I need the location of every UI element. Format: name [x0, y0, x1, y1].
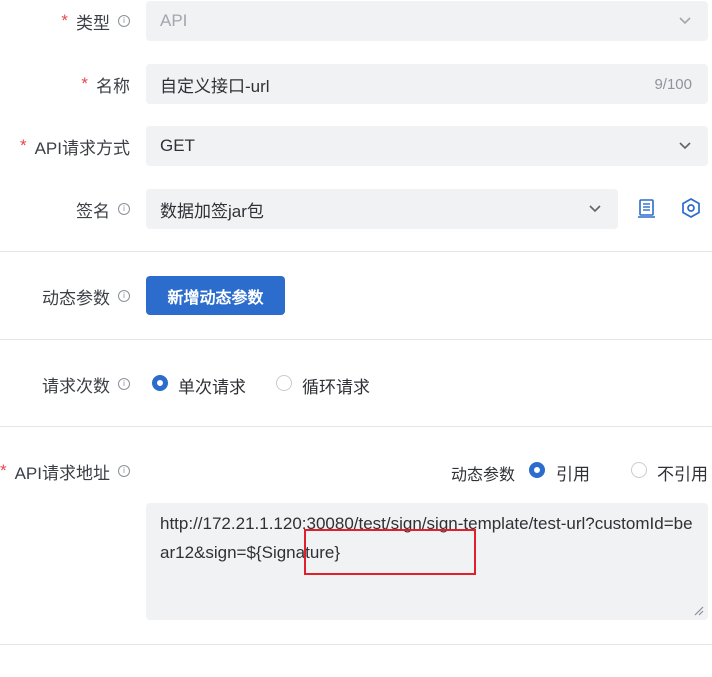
chevron-down-icon — [679, 142, 691, 150]
section-divider — [0, 644, 712, 645]
name-label-text: 名称 — [96, 76, 130, 96]
dynamic-params-label: 动态参数 i — [42, 276, 130, 316]
required-mark: * — [61, 11, 68, 30]
required-mark: * — [19, 136, 27, 155]
dynamic-params-label-text: 动态参数 — [42, 288, 110, 308]
info-icon[interactable]: i — [118, 465, 130, 477]
info-icon[interactable]: i — [118, 290, 130, 302]
chevron-down-icon — [679, 17, 691, 25]
single-request-radio[interactable] — [152, 375, 168, 391]
signature-select[interactable]: 数据加签jar包 — [146, 189, 618, 229]
info-icon[interactable]: i — [118, 378, 130, 390]
reference-label[interactable]: 引用 — [556, 460, 590, 485]
loop-request-radio[interactable] — [276, 375, 292, 391]
dynamic-ref-label: 动态参数 — [451, 467, 516, 484]
info-icon[interactable]: i — [118, 15, 130, 27]
api-url-label-text: API请求地址 — [14, 463, 110, 483]
name-input[interactable]: 自定义接口-url 9/100 — [146, 64, 708, 104]
type-label-text: 类型 — [76, 13, 110, 33]
document-icon[interactable] — [636, 198, 658, 220]
request-count-label-text: 请求次数 — [42, 376, 110, 396]
no-reference-radio[interactable] — [631, 462, 647, 478]
method-label: * API请求方式 — [20, 126, 130, 166]
method-select[interactable]: GET — [146, 126, 708, 166]
section-divider — [0, 251, 712, 252]
signature-label: 签名 i — [76, 189, 130, 229]
type-select-value: API — [160, 11, 188, 30]
section-divider — [0, 339, 712, 340]
api-url-label: * API请求地址 i — [0, 451, 130, 491]
section-divider — [0, 426, 712, 427]
reference-radio[interactable] — [529, 462, 545, 478]
name-label: * 名称 — [81, 64, 130, 104]
type-select[interactable]: API — [146, 1, 708, 41]
required-mark: * — [0, 461, 7, 480]
type-label: * 类型 i — [61, 1, 130, 41]
no-reference-label[interactable]: 不引用 — [657, 460, 708, 485]
method-select-value: GET — [160, 136, 195, 155]
single-request-label[interactable]: 单次请求 — [178, 373, 246, 398]
signature-select-value: 数据加签jar包 — [160, 201, 264, 221]
char-count: 9/100 — [654, 75, 692, 93]
signature-label-text: 签名 — [76, 201, 110, 221]
method-label-text: API请求方式 — [34, 138, 130, 158]
settings-icon[interactable] — [680, 197, 702, 219]
resize-handle-icon[interactable] — [692, 604, 704, 616]
required-mark: * — [81, 74, 88, 93]
highlight-box — [304, 529, 476, 575]
add-dynamic-param-button[interactable]: 新增动态参数 — [146, 276, 285, 315]
request-count-label: 请求次数 i — [42, 364, 130, 404]
name-input-value: 自定义接口-url — [160, 76, 270, 96]
info-icon[interactable]: i — [118, 203, 130, 215]
chevron-down-icon — [589, 205, 601, 213]
loop-request-label[interactable]: 循环请求 — [302, 373, 370, 398]
